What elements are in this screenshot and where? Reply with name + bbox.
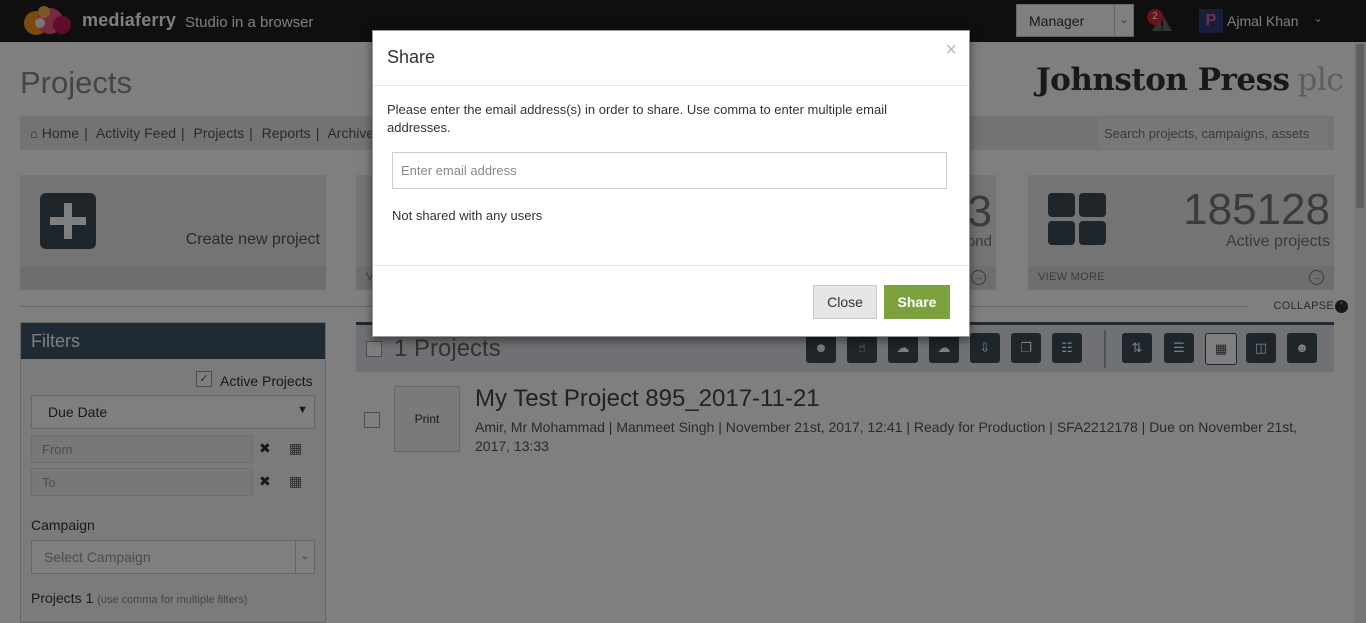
dialog-divider: [373, 265, 969, 266]
share-button[interactable]: Share: [884, 285, 950, 319]
dialog-title: Share: [387, 47, 436, 67]
dialog-description: Please enter the email address(s) in ord…: [387, 102, 887, 135]
close-button[interactable]: Close: [813, 285, 877, 319]
share-status: Not shared with any users: [392, 208, 543, 223]
share-dialog: Share × Please enter the email address(s…: [372, 30, 970, 337]
email-input[interactable]: [392, 152, 947, 189]
dialog-divider: [373, 85, 969, 86]
close-icon[interactable]: ×: [945, 39, 957, 62]
